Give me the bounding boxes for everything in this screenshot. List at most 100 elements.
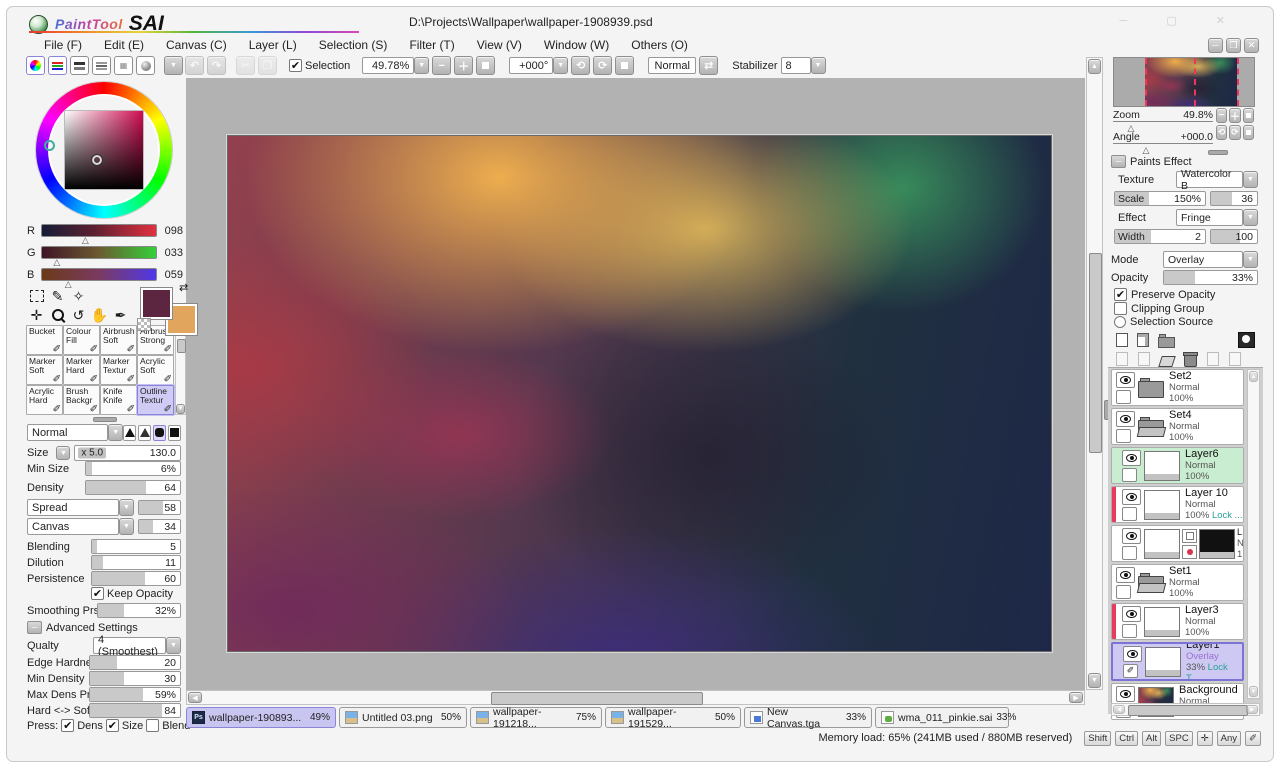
- hue-marker[interactable]: [44, 140, 55, 151]
- size-unit-dropdown[interactable]: ▼: [56, 446, 70, 460]
- view-normal-button[interactable]: Normal: [648, 57, 696, 74]
- persistence-slider[interactable]: 60: [91, 571, 181, 586]
- layer-thumbnail[interactable]: [1144, 490, 1180, 520]
- navigator[interactable]: [1113, 57, 1255, 107]
- layer-checkbox[interactable]: [1122, 624, 1137, 638]
- edge-shape-flat-icon[interactable]: [168, 425, 181, 441]
- preserve-opacity-checkbox[interactable]: [1114, 288, 1127, 301]
- brush-marker-texture[interactable]: MarkerTextur✐: [100, 355, 137, 385]
- stabilizer-dropdown-button[interactable]: [811, 57, 826, 74]
- density-slider[interactable]: 64: [85, 480, 181, 495]
- quality-dropdown[interactable]: [166, 637, 181, 654]
- layer-row-masked[interactable]: L.N.1.: [1111, 525, 1244, 562]
- mode-value[interactable]: Overlay: [1163, 251, 1243, 268]
- color-wheel[interactable]: [36, 82, 172, 218]
- canvas-texture-slider[interactable]: 34: [138, 519, 181, 534]
- child-minimize-button[interactable]: ─: [1208, 38, 1223, 53]
- scroll-left-icon[interactable]: ◀: [188, 692, 202, 703]
- hard-soft-slider[interactable]: 84: [89, 703, 181, 718]
- layer-list-scrollbar[interactable]: ▲ ▼: [1247, 369, 1260, 699]
- mode-dropdown[interactable]: [1243, 251, 1258, 268]
- layer-row-layer6[interactable]: Layer6Normal100%: [1111, 447, 1244, 484]
- layer-checkbox[interactable]: [1116, 429, 1131, 443]
- brush-bucket[interactable]: Bucket✐: [26, 325, 63, 355]
- rect-select-icon[interactable]: [26, 287, 47, 305]
- angle-reset-button[interactable]: [615, 56, 634, 75]
- texture-scale-slider[interactable]: Scale 150%: [1114, 191, 1206, 206]
- layer-checkbox[interactable]: [1122, 546, 1137, 560]
- swatches-panel-icon[interactable]: ▦: [114, 56, 133, 75]
- zoom-in-button[interactable]: ＋: [454, 56, 473, 75]
- brush-acrylic-soft[interactable]: AcrylicSoft✐: [137, 355, 174, 385]
- brush-acrylic-hard[interactable]: AcrylicHard✐: [26, 385, 63, 415]
- rotate-view-icon[interactable]: ↺: [68, 306, 89, 324]
- layer-visibility-toggle[interactable]: [1116, 411, 1135, 427]
- os-window-controls[interactable]: ─ ▢ ✕: [1119, 14, 1243, 27]
- r-slider[interactable]: [41, 224, 157, 237]
- child-restore-button[interactable]: ❐: [1226, 38, 1241, 53]
- selection-source-radio[interactable]: [1114, 316, 1126, 328]
- canvas-image[interactable]: [227, 135, 1052, 652]
- scroll-down-icon[interactable]: ▼: [1249, 686, 1258, 697]
- zoom-tool-icon[interactable]: [47, 306, 68, 324]
- delete-layer-button[interactable]: [1184, 354, 1197, 367]
- menu-view[interactable]: View (V): [466, 36, 533, 54]
- saturation-value-square[interactable]: [65, 111, 143, 189]
- collapse-icon[interactable]: ─: [27, 621, 42, 634]
- flip-horizontal-button[interactable]: ⇄: [699, 56, 718, 75]
- layer-visibility-toggle[interactable]: [1122, 606, 1141, 622]
- effect-value[interactable]: Fringe: [1176, 209, 1243, 226]
- rotate-ccw-button[interactable]: ⟲: [571, 56, 590, 75]
- min-density-slider[interactable]: 30: [89, 671, 181, 686]
- smoothing-slider[interactable]: 32%: [97, 603, 181, 618]
- brush-airbrush-soft[interactable]: AirbrushSoft✐: [100, 325, 137, 355]
- invert-selection-button[interactable]: ❐: [258, 56, 277, 75]
- transfer-down-button[interactable]: [1116, 352, 1128, 366]
- menu-window[interactable]: Window (W): [533, 36, 620, 54]
- effect-width-slider[interactable]: Width 2: [1114, 229, 1206, 244]
- menu-others[interactable]: Others (O): [620, 36, 699, 54]
- navigator-resize-handle[interactable]: [1208, 150, 1228, 155]
- brush-grid-scrollbar[interactable]: ▲ ▼: [175, 325, 186, 415]
- layer-checkbox[interactable]: [1122, 468, 1137, 482]
- new-layer-button[interactable]: [1116, 333, 1128, 347]
- layer-visibility-toggle[interactable]: [1116, 686, 1135, 702]
- copy-layer-button[interactable]: [1207, 352, 1219, 366]
- canvas-viewport[interactable]: [186, 78, 1085, 690]
- scratchpad-panel-icon[interactable]: [136, 56, 155, 75]
- quality-value[interactable]: 4 (Smoothest): [93, 637, 166, 654]
- scrollbar-thumb[interactable]: [1128, 705, 1248, 716]
- blending-slider[interactable]: 5: [91, 539, 181, 554]
- nav-angle-slider[interactable]: Angle +000.0: [1113, 131, 1213, 144]
- effect-dropdown[interactable]: [1243, 209, 1258, 226]
- brush-colour-fill[interactable]: ColourFill✐: [63, 325, 100, 355]
- tab-wallpaper-191218[interactable]: wallpaper-191218...75%: [470, 707, 602, 728]
- scrollbar-thumb[interactable]: [177, 339, 186, 353]
- panel-strip-dropdown[interactable]: ▼: [164, 56, 183, 75]
- alt-key-indicator[interactable]: Alt: [1142, 731, 1161, 746]
- menu-layer[interactable]: Layer (L): [238, 36, 308, 54]
- layer-row-set4[interactable]: Set4Normal100%: [1111, 408, 1244, 445]
- size-value[interactable]: 130.0: [150, 447, 176, 459]
- layer-row-layer10[interactable]: Layer 10Normal100% Lock ...: [1111, 486, 1244, 523]
- brush-marker-hard[interactable]: MarkerHard✐: [63, 355, 100, 385]
- magic-wand-icon[interactable]: ✧: [68, 287, 89, 305]
- dilution-slider[interactable]: 11: [91, 555, 181, 570]
- edge-shape-round-icon[interactable]: [153, 425, 166, 441]
- tab-wma-011-pinkie[interactable]: wma_011_pinkie.sai33%: [875, 707, 1009, 728]
- layer-visibility-toggle[interactable]: [1122, 489, 1141, 505]
- brush-blend-mode-dropdown[interactable]: [108, 424, 123, 441]
- scroll-down-icon[interactable]: ▼: [176, 404, 185, 414]
- brush-outline-texture[interactable]: OutlineTextur✐: [137, 385, 174, 415]
- brush-marker-soft[interactable]: MarkerSoft✐: [26, 355, 63, 385]
- move-tool-icon[interactable]: ✛: [26, 306, 47, 324]
- angle-dropdown-button[interactable]: [553, 57, 568, 74]
- layer-visibility-toggle[interactable]: [1116, 372, 1135, 388]
- any-key-indicator[interactable]: Any: [1217, 731, 1241, 746]
- layer-visibility-toggle[interactable]: [1122, 450, 1141, 466]
- layer-list-hscrollbar[interactable]: ◀ ▶: [1111, 703, 1260, 716]
- edge-hardness-slider[interactable]: 20: [89, 655, 181, 670]
- scroll-up-icon[interactable]: ▲: [1249, 371, 1258, 382]
- layer-checkbox[interactable]: [1122, 507, 1137, 521]
- hand-tool-icon[interactable]: ✋: [89, 306, 110, 324]
